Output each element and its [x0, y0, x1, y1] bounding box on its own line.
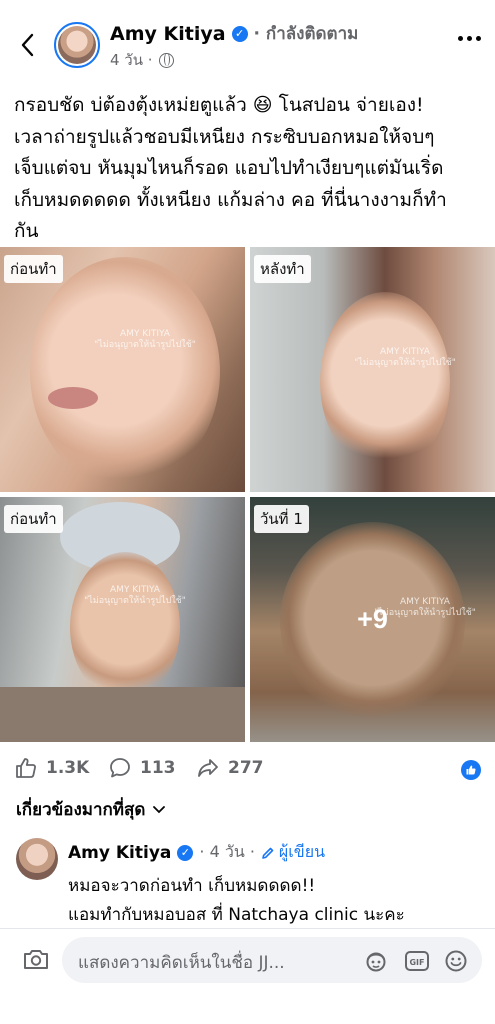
- author-label: ผู้เขียน: [278, 842, 326, 861]
- avatar-sticker-icon[interactable]: [364, 949, 388, 973]
- photo-grid: ก่อนทำ AMY KITIYA "ไม่อนุญาตให้นำรูปไปใช…: [0, 247, 495, 742]
- commenter-avatar[interactable]: [16, 838, 58, 880]
- author-badge: ผู้เขียน: [261, 840, 325, 865]
- comment-count: 113: [140, 758, 176, 778]
- watermark: AMY KITIYA "ไม่อนุญาตให้นำรูปไปใช้": [354, 347, 456, 368]
- commenter-name[interactable]: Amy Kitiya: [68, 843, 171, 863]
- comment-icon: [110, 758, 130, 778]
- pencil-icon: [262, 847, 274, 859]
- verified-badge-icon: ✓: [231, 25, 248, 42]
- camera-button[interactable]: [22, 947, 50, 975]
- chevron-down-icon: [153, 805, 166, 813]
- photo-day-1[interactable]: วันที่ 1 AMY KITIYA "ไม่อนุญาตให้นำรูปไป…: [250, 497, 495, 742]
- post-header: Amy Kitiya ✓ · กำลังติดตาม 4 วัน ·: [0, 14, 495, 76]
- photo-tag: ก่อนทำ: [4, 255, 63, 283]
- comment-text: หมอจะวาดก่อนทำ เก็บหมดดดด!! แอมทำกับหมอบ…: [68, 872, 488, 930]
- svg-text:GIF: GIF: [409, 958, 424, 967]
- thumbs-up-icon: [466, 765, 476, 775]
- photo-before-2[interactable]: ก่อนทำ AMY KITIYA "ไม่อนุญาตให้นำรูปไปใช…: [0, 497, 245, 742]
- comment-time: · 4 วัน ·: [199, 842, 255, 861]
- photo-after[interactable]: หลังทำ AMY KITIYA "ไม่อนุญาตให้นำรูปไปใช…: [250, 247, 495, 492]
- more-photos-count[interactable]: +9: [250, 497, 495, 742]
- photo-tag: หลังทำ: [254, 255, 311, 283]
- share-count: 277: [228, 758, 264, 778]
- thumbs-up-icon: [16, 758, 36, 778]
- post-text-line: กรอบชัด บ่ต้องตุ้งเหม่ยตูแล้ว 😆 โนสปอน จ…: [14, 94, 424, 116]
- like-button[interactable]: 1.3K: [14, 756, 89, 780]
- emoji-icon[interactable]: [444, 949, 468, 973]
- comment-text-line: แอมทำกับหมอบอส ที่ Natchaya clinic นะคะ: [68, 905, 405, 925]
- camera-icon: [24, 950, 48, 969]
- post-text-line: เจ็บแต่จบ หันมุมไหนก็รอด แอบไปทำเงียบๆแต…: [14, 157, 444, 179]
- comment-input[interactable]: แสดงความคิดเห็นในชื่อ JJ... GIF: [62, 937, 482, 983]
- photo-tag: ก่อนทำ: [4, 505, 63, 533]
- back-button[interactable]: [12, 28, 42, 62]
- like-count: 1.3K: [46, 758, 90, 778]
- post-text-line: กัน: [14, 220, 39, 242]
- post-time: 4 วัน ·: [110, 51, 153, 69]
- reactions-bar: 1.3K 113 277: [0, 752, 495, 784]
- post-text: กรอบชัด บ่ต้องตุ้งเหม่ยตูแล้ว 😆 โนสปอน จ…: [14, 90, 484, 248]
- share-icon: [198, 759, 218, 777]
- author-name[interactable]: Amy Kitiya: [110, 23, 226, 45]
- share-button[interactable]: 277: [196, 756, 264, 780]
- comment-text-line: หมอจะวาดก่อนทำ เก็บหมดดดด!!: [68, 876, 316, 896]
- post-text-line: เก็บหมดดดดด ทั้งเหนียง แก้มล่าง คอ ที่นี…: [14, 188, 447, 211]
- like-reaction-badge[interactable]: [461, 760, 481, 780]
- watermark: AMY KITIYA "ไม่อนุญาตให้นำรูปไปใช้": [94, 329, 196, 350]
- following-status[interactable]: · กำลังติดตาม: [254, 20, 359, 47]
- comment-sort-label: เกี่ยวข้องมากที่สุด: [16, 800, 146, 820]
- post-text-line: เวลาถ่ายรูปแล้วชอบมีเหนียง กระซิบบอกหมอใ…: [14, 125, 435, 148]
- photo-before-1[interactable]: ก่อนทำ AMY KITIYA "ไม่อนุญาตให้นำรูปไปใช…: [0, 247, 245, 492]
- more-options-button[interactable]: [458, 36, 481, 41]
- verified-badge-icon: ✓: [177, 844, 194, 861]
- chevron-left-icon: [21, 33, 34, 57]
- comment-button[interactable]: 113: [108, 756, 176, 780]
- globe-icon: [158, 52, 174, 68]
- comment-composer: แสดงความคิดเห็นในชื่อ JJ... GIF: [0, 928, 495, 1024]
- gif-icon[interactable]: GIF: [404, 949, 430, 973]
- author-avatar[interactable]: [54, 22, 100, 68]
- watermark: AMY KITIYA "ไม่อนุญาตให้นำรูปไปใช้": [84, 585, 186, 606]
- comment-input-placeholder: แสดงความคิดเห็นในชื่อ JJ...: [78, 953, 285, 973]
- comment-sort-dropdown[interactable]: เกี่ยวข้องมากที่สุด: [16, 796, 166, 823]
